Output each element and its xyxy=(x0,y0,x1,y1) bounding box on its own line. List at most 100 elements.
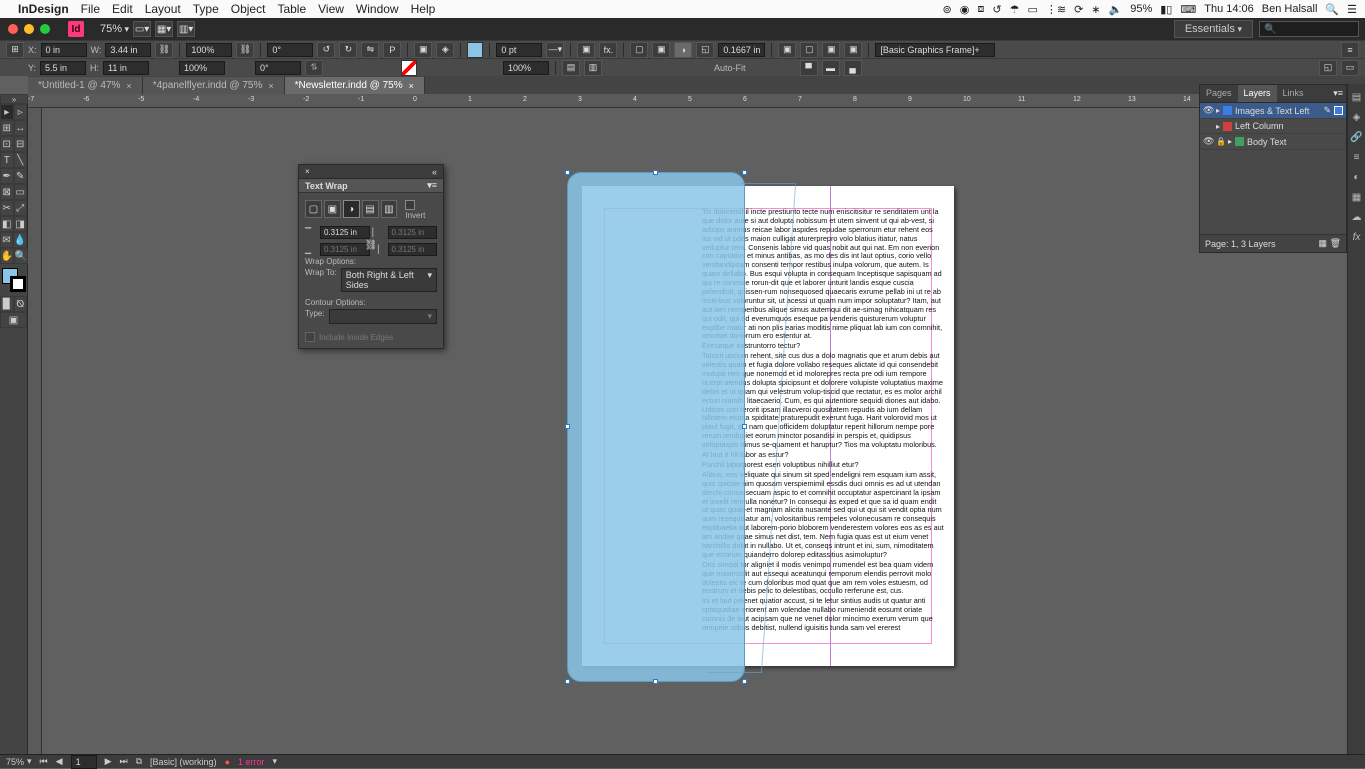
wrap-jump-col-button[interactable]: ▥ xyxy=(381,200,398,218)
selected-rounded-rectangle[interactable] xyxy=(567,172,745,682)
panel-menu-icon[interactable]: ▾≡ xyxy=(427,180,437,191)
new-layer-icon[interactable]: ▦ xyxy=(1319,238,1328,248)
workspace-switcher[interactable]: Essentials xyxy=(1174,20,1253,38)
color-panel-icon[interactable]: ◐ xyxy=(1350,170,1364,184)
wrap-jump-icon[interactable]: ▤ xyxy=(562,60,580,76)
close-panel-icon[interactable]: × xyxy=(305,167,310,176)
status-bluetooth-icon[interactable]: ∗ xyxy=(1091,3,1100,16)
reference-point-locator[interactable]: ⊞ xyxy=(6,42,24,58)
rotate-ccw-icon[interactable]: ↺ xyxy=(317,42,335,58)
help-search-input[interactable]: 🔍 xyxy=(1259,21,1359,37)
y-field[interactable]: 5.5 in xyxy=(40,61,86,75)
constrain-wh-icon[interactable]: ⛓ xyxy=(155,42,173,58)
fx-panel-icon[interactable]: fx xyxy=(1350,230,1364,244)
wrap-shape-button[interactable]: ◑ xyxy=(343,200,360,218)
close-tab-icon[interactable]: × xyxy=(268,81,273,91)
panel-menu-icon[interactable]: ≡ xyxy=(1341,42,1359,58)
scissors-tool-icon[interactable]: ✂ xyxy=(0,200,14,216)
layers-tab[interactable]: Layers xyxy=(1238,85,1277,102)
menu-table[interactable]: Table xyxy=(277,2,306,16)
delete-layer-icon[interactable]: 🗑 xyxy=(1330,238,1341,248)
stroke-swatch[interactable] xyxy=(401,60,417,76)
flip-h-icon[interactable]: ⇋ xyxy=(361,42,379,58)
show-options-icon[interactable]: ▭ xyxy=(1341,60,1359,76)
pages-panel-icon[interactable]: ▤ xyxy=(1350,90,1364,104)
status-wifi-icon[interactable]: ⋮≋ xyxy=(1046,3,1066,16)
direct-selection-tool-icon[interactable]: ▹ xyxy=(14,104,28,120)
gradient-swatch-tool-icon[interactable]: ◧ xyxy=(0,216,14,232)
rotate-field[interactable]: 0° xyxy=(267,43,313,57)
shear-field[interactable]: 0° xyxy=(255,61,301,75)
spotlight-icon[interactable]: 🔍 xyxy=(1325,3,1339,16)
app-name[interactable]: InDesign xyxy=(18,2,69,16)
battery-icon[interactable]: ▮▯ xyxy=(1160,3,1172,16)
offset-top-field[interactable]: 0.3125 in xyxy=(320,226,370,239)
resize-handle[interactable] xyxy=(565,424,570,429)
resize-handle[interactable] xyxy=(653,679,658,684)
transform-options-icon[interactable]: ◱ xyxy=(1319,60,1337,76)
status-volume-icon[interactable]: 🔈 xyxy=(1109,3,1123,16)
lock-toggle-icon[interactable]: 🔒 xyxy=(1216,137,1225,146)
apply-none-icon[interactable]: ⦰ xyxy=(14,296,28,312)
menu-layout[interactable]: Layout xyxy=(145,2,181,16)
screen-mode-icon[interactable]: ▦▾ xyxy=(155,21,173,37)
minimize-window-icon[interactable] xyxy=(24,24,34,34)
menu-type[interactable]: Type xyxy=(193,2,219,16)
links-tab[interactable]: Links xyxy=(1277,85,1310,102)
open-icon[interactable]: ⧉ xyxy=(136,756,142,767)
document-tab[interactable]: *Untitled-1 @ 47%× xyxy=(28,77,143,94)
w-field[interactable]: 3.44 in xyxy=(105,43,151,57)
gradient-feather-tool-icon[interactable]: ◨ xyxy=(14,216,28,232)
rectangle-frame-tool-icon[interactable]: ⊠ xyxy=(0,184,14,200)
page-field[interactable]: 1 xyxy=(71,755,97,769)
select-content-icon[interactable]: ◈ xyxy=(436,42,454,58)
scale-x-field[interactable]: 100% xyxy=(186,43,232,57)
rectangle-tool-icon[interactable]: ▭ xyxy=(14,184,28,200)
disclosure-icon[interactable]: ▸ xyxy=(1216,106,1220,115)
close-tab-icon[interactable]: × xyxy=(409,81,414,91)
layer-row[interactable]: 👁 🔒 ▸ Body Text xyxy=(1200,134,1346,150)
offset-left-field[interactable]: 0.3125 in xyxy=(388,226,438,239)
cc-libraries-panel-icon[interactable]: ☁ xyxy=(1350,210,1364,224)
link-offsets-icon[interactable]: ⛓ xyxy=(365,240,378,251)
hand-tool-icon[interactable]: ✋ xyxy=(0,248,14,264)
corner-radius-field[interactable]: 0.1667 in xyxy=(718,43,765,57)
select-container-icon[interactable]: ▣ xyxy=(414,42,432,58)
zoom-field[interactable]: 75%▾ xyxy=(6,756,32,767)
wrap-none-button[interactable]: ▢ xyxy=(305,200,322,218)
layer-row[interactable]: 👁▸ Images & Text Left ✎ xyxy=(1200,103,1346,119)
vertical-ruler[interactable] xyxy=(28,108,42,754)
status-display-icon[interactable]: ▭ xyxy=(1027,3,1037,16)
visibility-toggle-icon[interactable]: 👁 xyxy=(1203,105,1213,116)
fill-swatch[interactable] xyxy=(467,42,483,58)
contour-type-dropdown[interactable] xyxy=(329,309,437,324)
align-middle-icon[interactable]: ▬ xyxy=(822,60,840,76)
apply-color-icon[interactable]: ▉ xyxy=(0,296,14,312)
align-top-icon[interactable]: ▀ xyxy=(800,60,818,76)
align-bottom-icon[interactable]: ▄ xyxy=(844,60,862,76)
arrange-documents-icon[interactable]: ▥▾ xyxy=(177,21,195,37)
wrap-bbox-button[interactable]: ▣ xyxy=(324,200,341,218)
status-icon[interactable]: ⟳ xyxy=(1074,3,1083,16)
next-page-icon[interactable]: ▶ xyxy=(105,756,112,767)
document-tab[interactable]: *Newsletter.indd @ 75%× xyxy=(285,77,425,94)
eyedropper-tool-icon[interactable]: 💧 xyxy=(13,232,27,248)
corner-options-icon[interactable]: ◱ xyxy=(696,42,714,58)
zoom-tool-icon[interactable]: 🔍 xyxy=(14,248,28,264)
menu-view[interactable]: View xyxy=(318,2,344,16)
resize-handle[interactable] xyxy=(565,170,570,175)
disclosure-icon[interactable]: ▸ xyxy=(1228,137,1232,146)
preflight-errors[interactable]: 1 error xyxy=(238,757,265,767)
wrap-shape-icon[interactable]: ◑ xyxy=(674,42,692,58)
menu-object[interactable]: Object xyxy=(231,2,266,16)
fit-proportional-icon[interactable]: ▣ xyxy=(844,42,862,58)
wrap-to-dropdown[interactable]: Both Right & Left Sides xyxy=(341,268,437,292)
keyboard-icon[interactable]: ⌨ xyxy=(1180,3,1196,16)
links-panel-icon[interactable]: 🔗 xyxy=(1350,130,1364,144)
stroke-weight-field[interactable]: 0 pt xyxy=(496,43,542,57)
page-tool-icon[interactable]: ⊞ xyxy=(0,120,14,136)
menu-file[interactable]: File xyxy=(81,2,100,16)
visibility-toggle-icon[interactable]: 👁 xyxy=(1203,136,1213,147)
close-tab-icon[interactable]: × xyxy=(126,81,131,91)
layer-row[interactable]: ▸ Left Column xyxy=(1200,119,1346,134)
